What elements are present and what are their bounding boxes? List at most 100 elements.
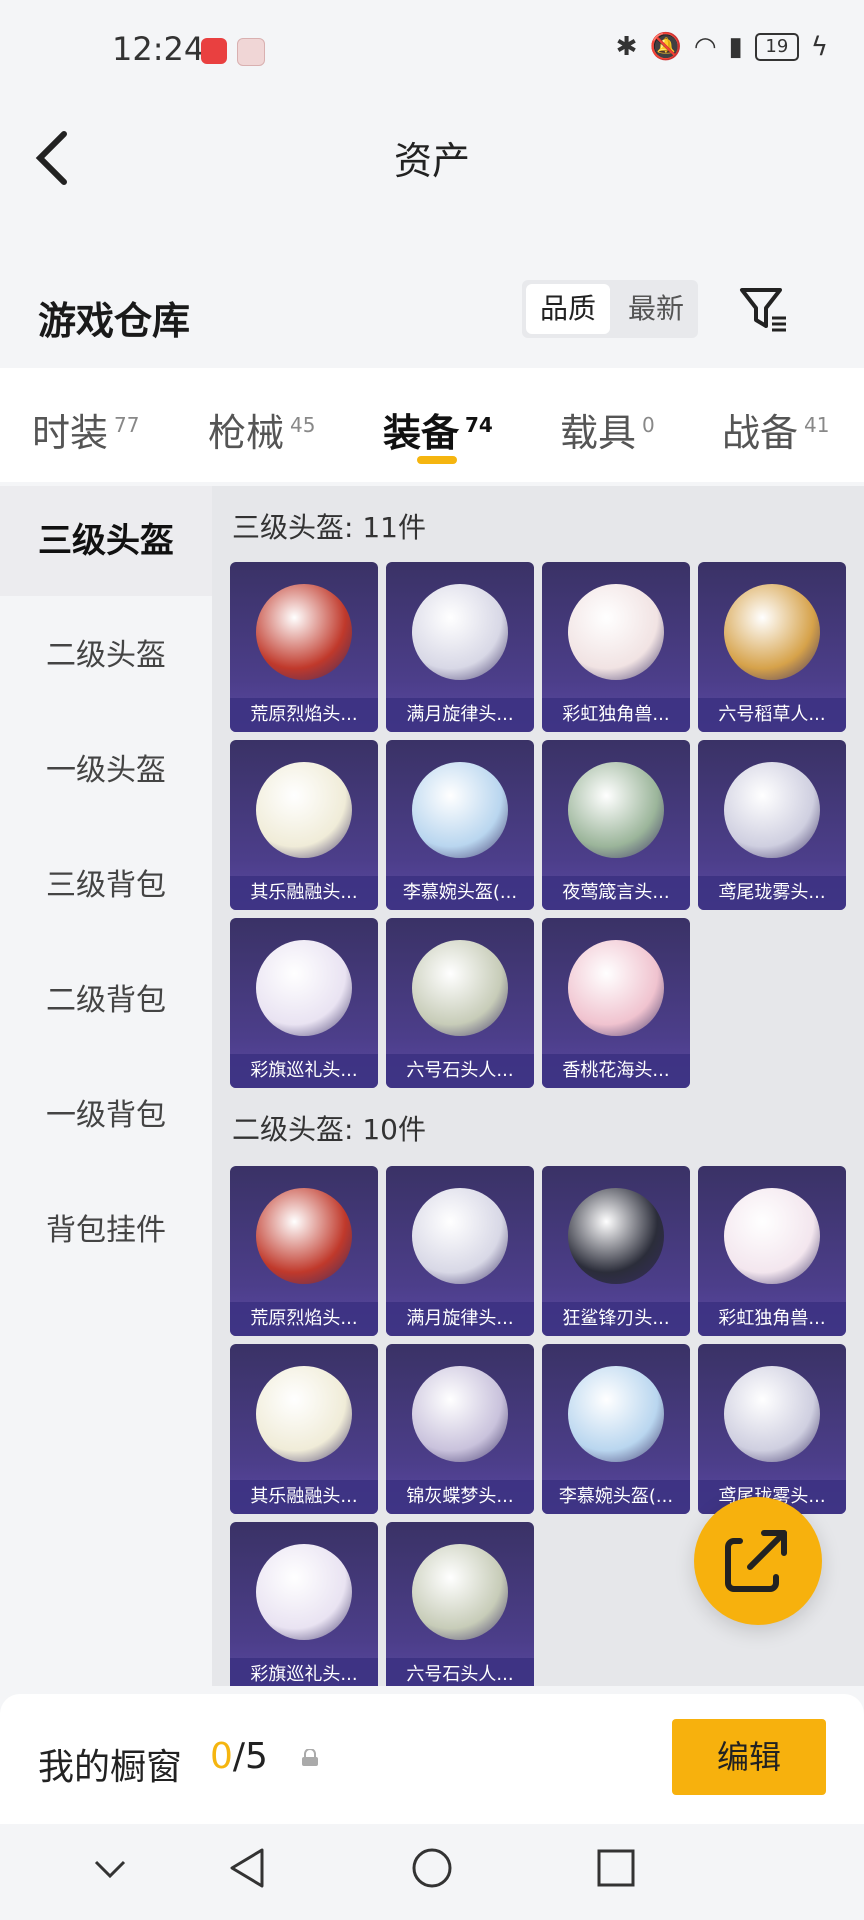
item-card[interactable]: 香桃花海头... <box>542 918 690 1088</box>
helmet-image <box>568 1188 664 1284</box>
item-card[interactable]: 满月旋律头... <box>386 1166 534 1336</box>
item-name: 六号石头人... <box>386 1054 534 1088</box>
item-card[interactable]: 鸢尾珑雾头... <box>698 740 846 910</box>
tab-vehicles[interactable]: 载具 0 <box>560 402 655 457</box>
tab-indicator <box>417 456 457 464</box>
share-button[interactable] <box>694 1497 822 1625</box>
helmet-image <box>256 940 352 1036</box>
helmet-image <box>412 584 508 680</box>
group-title: 三级头盔: 11件 <box>232 511 426 544</box>
item-name: 李慕婉头盔(... <box>386 876 534 910</box>
helmet-image <box>568 584 664 680</box>
item-card[interactable]: 鸢尾珑雾头... <box>698 1344 846 1514</box>
helmet-image <box>412 1188 508 1284</box>
sort-quality[interactable]: 品质 <box>526 284 611 334</box>
warehouse-title: 游戏仓库 <box>38 299 191 343</box>
system-icons: ✱ 🔕 ◠ ▮ 19 ϟ <box>616 32 828 62</box>
helmet-image <box>412 1366 508 1462</box>
nav-recents-icon[interactable] <box>594 1846 638 1890</box>
sidebar: 三级头盔 二级头盔 一级头盔 三级背包 二级背包 一级背包 背包挂件 <box>0 486 212 1686</box>
page-title: 资产 <box>393 139 470 183</box>
item-name: 六号稻草人... <box>698 698 846 732</box>
item-card[interactable]: 六号石头人... <box>386 1522 534 1686</box>
helmet-image <box>412 1544 508 1640</box>
sort-newest[interactable]: 最新 <box>614 280 698 338</box>
item-card[interactable]: 其乐融融头... <box>230 1344 378 1514</box>
helmet-image <box>256 762 352 858</box>
helmet-image <box>724 1366 820 1462</box>
item-name: 六号石头人... <box>386 1658 534 1686</box>
tab-supplies[interactable]: 战备 41 <box>722 402 829 457</box>
item-card[interactable]: 狂鲨锋刃头... <box>542 1166 690 1336</box>
helmet-image <box>412 940 508 1036</box>
notification-app-icon <box>201 38 227 64</box>
sidebar-item-level2-backpack[interactable]: 二级背包 <box>0 946 212 1056</box>
sidebar-item-level2-helmet[interactable]: 二级头盔 <box>0 601 212 711</box>
item-card[interactable]: 彩虹独角兽... <box>698 1166 846 1336</box>
item-name: 彩虹独角兽... <box>542 698 690 732</box>
filter-icon[interactable] <box>738 286 788 334</box>
charging-icon: ϟ <box>810 32 828 62</box>
item-name: 夜莺箴言头... <box>542 876 690 910</box>
showcase-bar: 我的橱窗 0/5 编辑 <box>0 1694 864 1824</box>
sidebar-item-level3-helmet[interactable]: 三级头盔 <box>0 486 212 596</box>
nav-back-icon[interactable] <box>226 1846 270 1890</box>
item-card[interactable]: 六号石头人... <box>386 918 534 1088</box>
helmet-image <box>568 1366 664 1462</box>
item-card[interactable]: 荒原烈焰头... <box>230 562 378 732</box>
item-name: 其乐融融头... <box>230 1480 378 1514</box>
item-card[interactable]: 六号稻草人... <box>698 562 846 732</box>
item-name: 荒原烈焰头... <box>230 1302 378 1336</box>
status-bar: 12:24 ✱ 🔕 ◠ ▮ 19 ϟ <box>0 0 864 100</box>
item-name: 满月旋律头... <box>386 1302 534 1336</box>
bluetooth-icon: ✱ <box>615 32 638 62</box>
system-nav-bar <box>0 1824 864 1920</box>
item-card[interactable]: 彩虹独角兽... <box>542 562 690 732</box>
item-card[interactable]: 其乐融融头... <box>230 740 378 910</box>
item-card[interactable]: 彩旗巡礼头... <box>230 1522 378 1686</box>
tab-equipment[interactable]: 装备 74 <box>383 402 493 457</box>
item-name: 彩旗巡礼头... <box>230 1658 378 1686</box>
helmet-image <box>724 1188 820 1284</box>
helmet-image <box>256 1188 352 1284</box>
item-card[interactable]: 满月旋律头... <box>386 562 534 732</box>
share-icon <box>725 1530 787 1592</box>
item-name: 鸢尾珑雾头... <box>698 876 846 910</box>
showcase-label: 我的橱窗 <box>38 1747 183 1788</box>
item-name: 李慕婉头盔(... <box>542 1480 690 1514</box>
item-card[interactable]: 锦灰蝶梦头... <box>386 1344 534 1514</box>
helmet-image <box>256 1366 352 1462</box>
item-name: 香桃花海头... <box>542 1054 690 1088</box>
battery-icon: 19 <box>754 33 799 61</box>
helmet-image <box>412 762 508 858</box>
item-name: 狂鲨锋刃头... <box>542 1302 690 1336</box>
edit-button[interactable]: 编辑 <box>672 1719 826 1795</box>
nav-home-icon[interactable] <box>410 1846 454 1890</box>
item-name: 其乐融融头... <box>230 876 378 910</box>
helmet-image <box>568 762 664 858</box>
top-header: 资产 <box>0 100 864 205</box>
item-card[interactable]: 彩旗巡礼头... <box>230 918 378 1088</box>
item-name: 彩旗巡礼头... <box>230 1054 378 1088</box>
item-card[interactable]: 李慕婉头盔(... <box>542 1344 690 1514</box>
item-card[interactable]: 荒原烈焰头... <box>230 1166 378 1336</box>
item-card[interactable]: 夜莺箴言头... <box>542 740 690 910</box>
tab-outfits[interactable]: 时装 77 <box>32 402 139 457</box>
alert-icon: ▮ <box>728 32 743 62</box>
item-card[interactable]: 李慕婉头盔(... <box>386 740 534 910</box>
item-name: 满月旋律头... <box>386 698 534 732</box>
helmet-image <box>724 584 820 680</box>
warehouse-header: 游戏仓库 品质 最新 <box>0 260 864 360</box>
chevron-down-icon[interactable] <box>90 1854 130 1884</box>
tab-guns[interactable]: 枪械 45 <box>208 402 315 457</box>
sidebar-item-level1-backpack[interactable]: 一级背包 <box>0 1061 212 1171</box>
sidebar-item-backpack-charm[interactable]: 背包挂件 <box>0 1176 212 1286</box>
wifi-icon: ◠ <box>693 32 717 62</box>
category-tabs: 时装 77 枪械 45 装备 74 载具 0 战备 41 <box>0 368 864 482</box>
sidebar-item-level1-helmet[interactable]: 一级头盔 <box>0 716 212 826</box>
mute-icon: 🔕 <box>649 32 682 62</box>
item-name: 彩虹独角兽... <box>698 1302 846 1336</box>
notification-app-icon <box>237 38 265 66</box>
sidebar-item-level3-backpack[interactable]: 三级背包 <box>0 831 212 941</box>
sort-toggle[interactable]: 品质 最新 <box>522 280 699 338</box>
